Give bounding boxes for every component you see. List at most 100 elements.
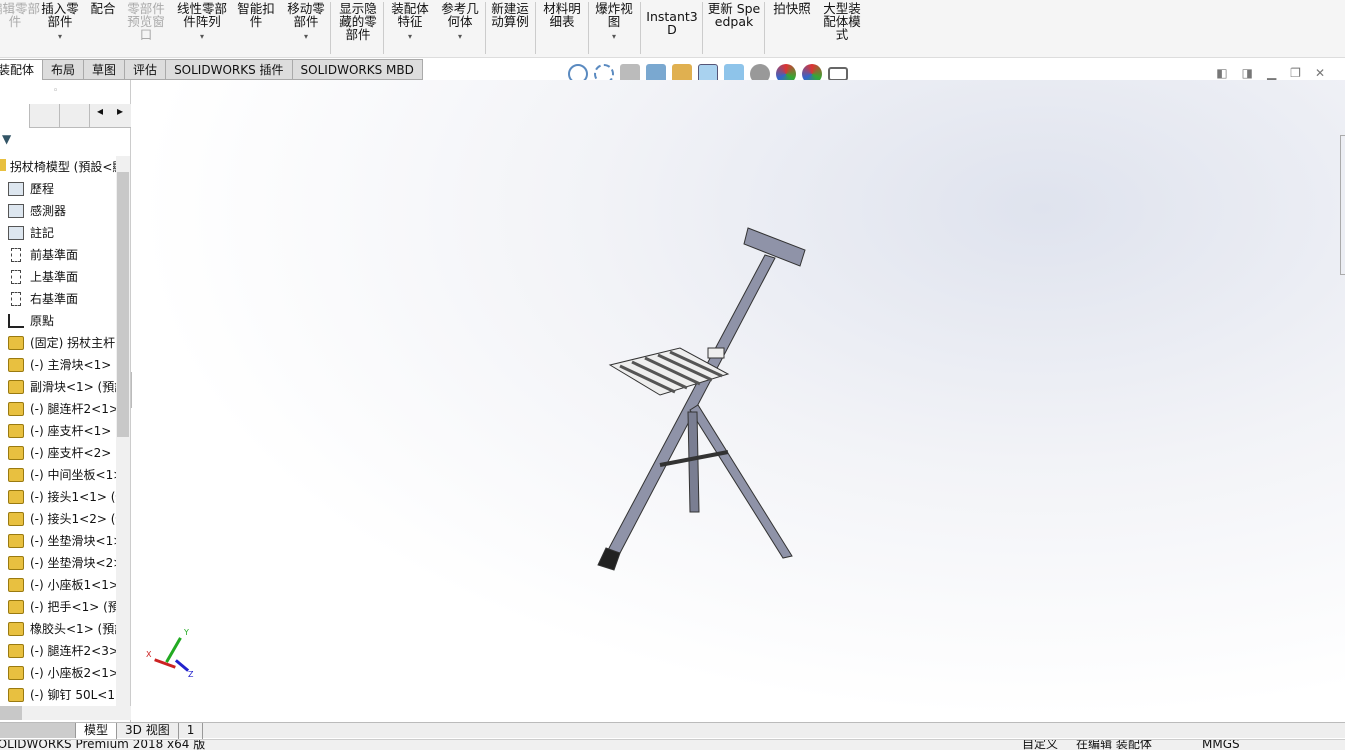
filter-icon[interactable]: ▼: [2, 132, 11, 146]
tree-item[interactable]: 原點: [0, 310, 116, 332]
command-tab[interactable]: 布局: [43, 59, 85, 80]
minimize-icon[interactable]: ▁: [1267, 66, 1276, 80]
ribbon-button-14[interactable]: 更新 Speedpak: [706, 0, 762, 28]
units-selector[interactable]: MMGS: [1202, 740, 1240, 750]
part-icon: [8, 380, 24, 394]
part-icon: [8, 644, 24, 658]
plane-icon: [11, 292, 21, 306]
tree-item[interactable]: 感測器: [0, 200, 116, 222]
graphics-area[interactable]: Y X Z: [132, 80, 1345, 722]
command-manager-ribbon: 编辑零部件插入零部件▾ 配合零部件预览窗口线性零部件阵列▾智能扣件移动零部件▾显示…: [0, 0, 1345, 58]
tree-scrollbar[interactable]: [116, 156, 130, 706]
history-folder-icon: [8, 182, 24, 196]
ribbon-separator: [764, 2, 765, 54]
ribbon-button-12[interactable]: 爆炸视图 ▾: [592, 0, 636, 43]
tree-item[interactable]: 副滑块<1> (預設): [0, 376, 116, 398]
tree-item[interactable]: (-) 主滑块<1>: [0, 354, 116, 376]
slide-block: [707, 347, 725, 359]
ribbon-button-16[interactable]: 大型装配体模式: [820, 0, 864, 41]
tree-item[interactable]: (-) 铆钉 50L<1>: [0, 684, 116, 706]
origin-icon: [8, 314, 24, 328]
part-icon: [8, 600, 24, 614]
dropdown-arrow-icon[interactable]: ▾: [38, 30, 82, 43]
tab-scroll-left[interactable]: ◂: [90, 104, 110, 127]
tree-item[interactable]: (-) 坐垫滑块<2>: [0, 552, 116, 574]
window-controls: ◧ ◨ ▁ ❐ ✕: [1216, 66, 1325, 80]
ribbon-button-3[interactable]: 零部件预览窗口: [122, 0, 170, 41]
part-icon: [8, 446, 24, 460]
restore-right-icon[interactable]: ◨: [1242, 66, 1253, 80]
part-icon: [8, 490, 24, 504]
ribbon-button-10[interactable]: 新建运动算例: [488, 0, 532, 28]
command-tab[interactable]: 装配体: [0, 59, 44, 80]
tree-item[interactable]: 註記: [0, 222, 116, 244]
tree-item[interactable]: (-) 接头1<2> (預設): [0, 508, 116, 530]
tree-item[interactable]: (-) 腿连杆2<1>: [0, 398, 116, 420]
scrollbar-thumb[interactable]: [117, 172, 129, 437]
tree-item[interactable]: (固定) 拐杖主杆: [0, 332, 116, 354]
tree-item[interactable]: (-) 接头1<1> (預設): [0, 486, 116, 508]
tree-item[interactable]: (-) 小座板1<1>: [0, 574, 116, 596]
tab-3d-view[interactable]: 3D 视图: [117, 723, 179, 739]
leg-right: [689, 404, 793, 559]
tree-item[interactable]: (-) 中间坐板<1>: [0, 464, 116, 486]
ribbon-button-1[interactable]: 插入零部件 ▾: [38, 0, 82, 43]
dropdown-arrow-icon[interactable]: ▾: [388, 30, 432, 43]
feature-manager-tab[interactable]: [0, 104, 30, 128]
ribbon-separator: [588, 2, 589, 54]
command-tab[interactable]: 评估: [125, 59, 167, 80]
dropdown-arrow-icon[interactable]: ▾: [284, 30, 328, 43]
ribbon-button-7[interactable]: 显示隐藏的零部件: [336, 0, 380, 41]
ribbon-button-13[interactable]: Instant3D: [644, 0, 700, 36]
tree-item[interactable]: 前基準面: [0, 244, 116, 266]
property-manager-tab[interactable]: [30, 104, 60, 128]
panel-grip[interactable]: ◦: [53, 86, 58, 96]
tree-hscrollbar[interactable]: [0, 706, 131, 720]
ribbon-button-6[interactable]: 移动零部件 ▾: [284, 0, 328, 43]
ribbon-button-11[interactable]: 材料明细表: [540, 0, 584, 28]
dropdown-arrow-icon[interactable]: ▾: [592, 30, 636, 43]
restore-icon[interactable]: ❐: [1290, 66, 1301, 80]
configuration-manager-tab[interactable]: [60, 104, 90, 128]
ribbon-button-8[interactable]: 装配体特征 ▾: [388, 0, 432, 43]
tree-root[interactable]: 拐杖椅模型 (預設<顯示狀態-1>): [0, 156, 116, 178]
bottom-tabs: 模型 3D 视图 1: [0, 722, 1345, 739]
restore-left-icon[interactable]: ◧: [1216, 66, 1227, 80]
tab-model[interactable]: 模型: [76, 723, 118, 739]
tree-item[interactable]: (-) 坐垫滑块<1>: [0, 530, 116, 552]
view-settings-icon[interactable]: [828, 67, 848, 81]
command-tab[interactable]: 草图: [84, 59, 126, 80]
tree-item[interactable]: 右基準面: [0, 288, 116, 310]
ribbon-separator: [330, 2, 331, 54]
plane-icon: [11, 248, 21, 262]
sensor-folder-icon: [8, 204, 24, 218]
ribbon-button-2[interactable]: 配合: [88, 0, 118, 15]
tree-item[interactable]: 橡胶头<1> (預設): [0, 618, 116, 640]
tree-item[interactable]: (-) 座支杆<1>: [0, 420, 116, 442]
tree-item[interactable]: 上基準面: [0, 266, 116, 288]
tab-nav-buttons[interactable]: [0, 723, 76, 738]
tree-item[interactable]: (-) 座支杆<2>: [0, 442, 116, 464]
close-icon[interactable]: ✕: [1315, 66, 1325, 80]
dropdown-arrow-icon[interactable]: ▾: [438, 30, 482, 43]
tree-item[interactable]: (-) 小座板2<1>: [0, 662, 116, 684]
tree-item[interactable]: 歷程: [0, 178, 116, 200]
tab-motion-study-1[interactable]: 1: [179, 723, 204, 739]
dropdown-arrow-icon[interactable]: ▾: [172, 30, 232, 43]
tree-item[interactable]: (-) 把手<1> (預設): [0, 596, 116, 618]
task-pane-tabs[interactable]: [1340, 135, 1345, 275]
ribbon-separator: [640, 2, 641, 54]
ribbon-button-15[interactable]: 拍快照: [770, 0, 814, 15]
command-tab[interactable]: SOLIDWORKS MBD: [292, 59, 423, 80]
handle: [743, 227, 806, 267]
feature-manager-panel: ◦ ◂ ▸ ▼ 拐杖椅模型 (預設<顯示狀態-1>) 歷程感測器註記前基準面上基…: [0, 80, 131, 722]
part-icon: [8, 534, 24, 548]
ribbon-button-5[interactable]: 智能扣件: [234, 0, 278, 28]
ribbon-button-9[interactable]: 参考几何体 ▾: [438, 0, 482, 43]
tree-item[interactable]: (-) 腿连杆2<3>: [0, 640, 116, 662]
command-tab[interactable]: SOLIDWORKS 插件: [166, 59, 293, 80]
tab-scroll-right[interactable]: ▸: [110, 104, 130, 127]
ribbon-button-4[interactable]: 线性零部件阵列 ▾: [172, 0, 232, 43]
ribbon-button-0[interactable]: 编辑零部件: [0, 0, 40, 28]
command-tabs: 装配体 布局 草图 评估 SOLIDWORKS 插件 SOLIDWORKS MBD: [0, 59, 440, 80]
